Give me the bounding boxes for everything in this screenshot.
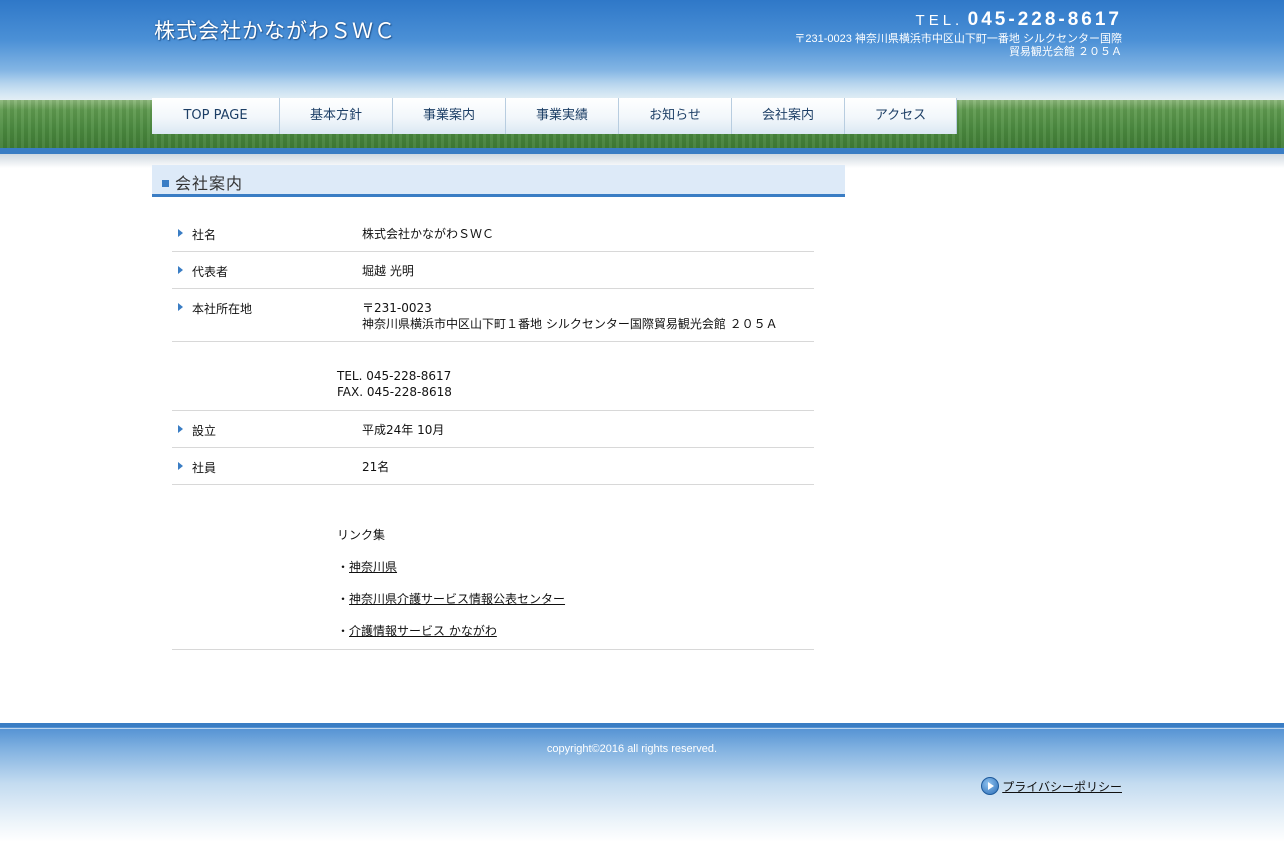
links-block: リンク集 ・神奈川県 ・神奈川県介護サービス情報公表センター ・介護情報サービス… xyxy=(337,527,565,655)
main-nav: TOP PAGE 基本方針 事業案内 事業実績 お知らせ 会社案内 アクセス xyxy=(152,98,957,134)
site-logo[interactable]: 株式会社かながわＳＷＣ xyxy=(154,15,396,45)
footer-divider-highlight xyxy=(0,728,1284,729)
row-label: 代表者 xyxy=(192,265,229,279)
arrow-right-icon xyxy=(178,462,183,470)
page-title: 会社案内 xyxy=(175,174,244,193)
footer-divider xyxy=(0,723,1284,727)
nav-item-policy[interactable]: 基本方針 xyxy=(280,98,393,134)
nav-item-services[interactable]: 事業案内 xyxy=(393,98,506,134)
section-title-bar: 会社案内 xyxy=(152,165,845,197)
table-row-founded: 設立 平成24年 10月 xyxy=(172,411,814,448)
company-info-table: 社名 株式会社かながわＳＷＣ 代表者 堀越 光明 本社所在地 〒231-0023… xyxy=(172,215,814,650)
row-value: 株式会社かながわＳＷＣ xyxy=(362,227,495,241)
link-bullet: ・ xyxy=(337,624,350,638)
street-address: 神奈川県横浜市中区山下町１番地 シルクセンター国際貿易観光会館 ２０５Ａ xyxy=(362,317,778,331)
link-care-info-service-kanagawa[interactable]: 介護情報サービス かながわ xyxy=(349,624,497,638)
row-label: 設立 xyxy=(192,424,217,438)
arrow-right-icon xyxy=(178,229,183,237)
contact-numbers: TEL. 045-228-8617 FAX. 045-228-8618 xyxy=(337,368,452,400)
address-line-2: 貿易観光会館 ２０５Ａ xyxy=(1008,46,1122,58)
arrow-right-icon xyxy=(178,266,183,274)
arrow-circle-icon[interactable] xyxy=(981,777,1000,795)
row-value: 21名 xyxy=(362,460,390,474)
link-item: ・神奈川県 xyxy=(337,559,565,591)
row-value: 〒231-0023 神奈川県横浜市中区山下町１番地 シルクセンター国際貿易観光会… xyxy=(362,300,778,332)
nav-item-access[interactable]: アクセス xyxy=(845,98,957,134)
nav-item-company[interactable]: 会社案内 xyxy=(732,98,845,134)
table-row-representative: 代表者 堀越 光明 xyxy=(172,252,814,289)
row-label: 本社所在地 xyxy=(192,302,253,316)
link-item: ・神奈川県介護サービス情報公表センター xyxy=(337,591,565,623)
nav-item-top-page[interactable]: TOP PAGE xyxy=(152,98,280,134)
site-header: 株式会社かながわＳＷＣ TEL. 045-228-8617 〒231-0023 … xyxy=(0,0,1284,155)
link-bullet: ・ xyxy=(337,592,350,606)
table-row-address: 本社所在地 〒231-0023 神奈川県横浜市中区山下町１番地 シルクセンター国… xyxy=(172,289,814,342)
row-label: 社名 xyxy=(192,228,217,242)
table-row-company-name: 社名 株式会社かながわＳＷＣ xyxy=(172,215,814,252)
arrow-right-icon xyxy=(178,425,183,433)
postal-code: 〒231-0023 xyxy=(362,301,432,315)
address-line-1: 〒231-0023 神奈川県横浜市中区山下町一番地 シルクセンター国際 xyxy=(794,33,1122,45)
row-label: 社員 xyxy=(192,461,217,475)
link-care-service-info-center[interactable]: 神奈川県介護サービス情報公表センター xyxy=(349,592,565,606)
links-heading: リンク集 xyxy=(337,528,386,542)
header-phone: TEL. 045-228-8617 xyxy=(916,9,1122,31)
fax-text: FAX. 045-228-8618 xyxy=(337,385,452,399)
tel-text: TEL. 045-228-8617 xyxy=(337,369,452,383)
nav-item-results[interactable]: 事業実績 xyxy=(506,98,619,134)
table-row-employees: 社員 21名 xyxy=(172,448,814,485)
privacy-policy-link[interactable]: プライバシーポリシー xyxy=(1002,778,1122,795)
tel-label: TEL. xyxy=(915,12,964,29)
row-value: 堀越 光明 xyxy=(362,264,414,278)
nav-item-news[interactable]: お知らせ xyxy=(619,98,732,134)
link-kanagawa-prefecture[interactable]: 神奈川県 xyxy=(349,560,397,574)
link-bullet: ・ xyxy=(337,560,350,574)
tel-number: 045-228-8617 xyxy=(967,9,1122,30)
table-row-links: リンク集 ・神奈川県 ・神奈川県介護サービス情報公表センター ・介護情報サービス… xyxy=(172,485,814,650)
copyright-text: copyright©2016 all rights reserved. xyxy=(546,743,718,755)
arrow-right-icon xyxy=(178,303,183,311)
row-value: 平成24年 10月 xyxy=(362,423,445,437)
link-item: ・介護情報サービス かながわ xyxy=(337,623,565,655)
site-footer: copyright©2016 all rights reserved. プライバ… xyxy=(0,723,1284,842)
privacy-policy-link-group[interactable]: プライバシーポリシー xyxy=(981,777,1122,795)
table-row-contact: TEL. 045-228-8617 FAX. 045-228-8618 xyxy=(172,342,814,411)
header-address: 〒231-0023 神奈川県横浜市中区山下町一番地 シルクセンター国際 貿易観光… xyxy=(722,33,1122,59)
square-bullet-icon xyxy=(162,180,169,187)
cloud-band xyxy=(0,70,1284,100)
